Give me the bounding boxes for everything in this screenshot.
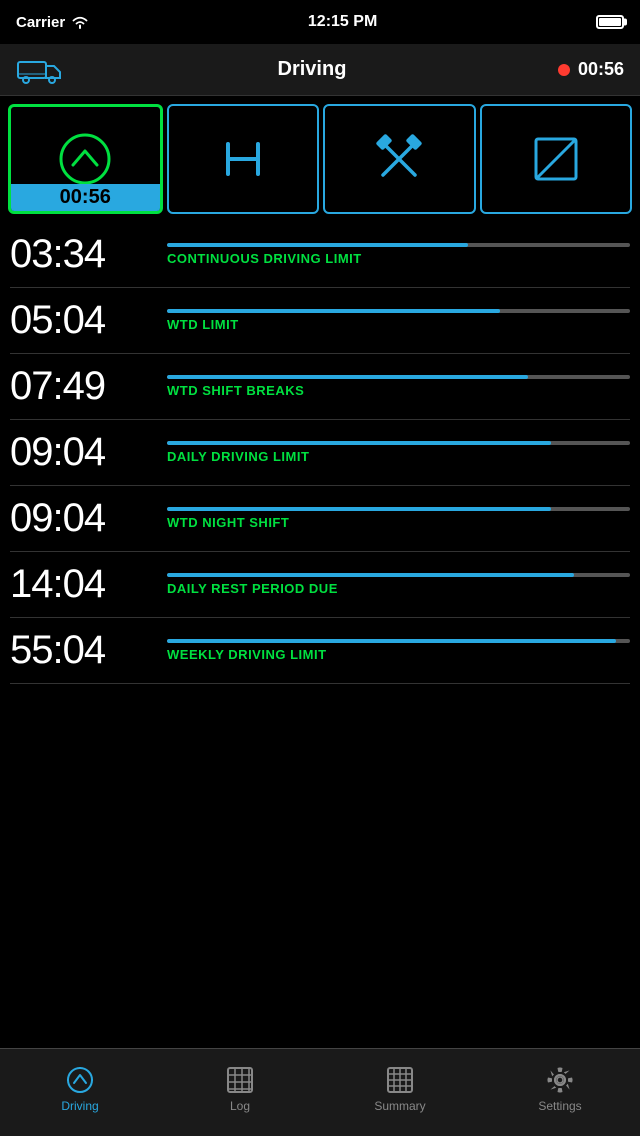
- limit-info: WTD NIGHT SHIFT: [167, 507, 630, 530]
- limit-info: WEEKLY DRIVING LIMIT: [167, 639, 630, 662]
- limit-bar-track: [167, 639, 630, 643]
- limit-time: 09:04: [10, 496, 155, 541]
- status-left: Carrier: [16, 14, 89, 31]
- tab-available[interactable]: [480, 104, 633, 214]
- limit-bar-fill: [167, 309, 500, 313]
- limit-bar-fill: [167, 243, 468, 247]
- nav-log[interactable]: Log: [160, 1065, 320, 1121]
- nav-driving-label: Driving: [61, 1099, 98, 1113]
- nav-log-icon: [225, 1065, 255, 1095]
- limit-row: 05:04 WTD LIMIT: [10, 288, 630, 354]
- limit-row: 09:04 WTD NIGHT SHIFT: [10, 486, 630, 552]
- limit-info: DAILY REST PERIOD DUE: [167, 573, 630, 596]
- nav-settings-label: Settings: [538, 1099, 581, 1113]
- status-time: 12:15 PM: [308, 13, 377, 31]
- wifi-icon: [71, 15, 89, 29]
- limit-bar-track: [167, 573, 630, 577]
- limit-label: DAILY DRIVING LIMIT: [167, 449, 630, 464]
- mode-tabs: 00:56: [0, 96, 640, 222]
- tab-driving-time: 00:56: [11, 184, 160, 211]
- nav-log-label: Log: [230, 1099, 250, 1113]
- nav-settings-icon: [545, 1065, 575, 1095]
- limit-label: WEEKLY DRIVING LIMIT: [167, 647, 630, 662]
- limit-label: DAILY REST PERIOD DUE: [167, 581, 630, 596]
- limit-row: 09:04 DAILY DRIVING LIMIT: [10, 420, 630, 486]
- limit-bar-fill: [167, 441, 551, 445]
- limit-time: 05:04: [10, 298, 155, 343]
- truck-icon: [16, 54, 66, 86]
- tab-driving[interactable]: 00:56: [8, 104, 163, 214]
- limit-row: 03:34 CONTINUOUS DRIVING LIMIT: [10, 222, 630, 288]
- limit-time: 07:49: [10, 364, 155, 409]
- header-time: 00:56: [578, 59, 624, 80]
- limit-row: 07:49 WTD SHIFT BREAKS: [10, 354, 630, 420]
- limit-bar-track: [167, 309, 630, 313]
- limit-bar-fill: [167, 375, 528, 379]
- limit-bar-track: [167, 507, 630, 511]
- nav-summary-icon: [385, 1065, 415, 1095]
- record-indicator: [558, 64, 570, 76]
- limit-time: 14:04: [10, 562, 155, 607]
- limits-container: 03:34 CONTINUOUS DRIVING LIMIT 05:04 WTD LI…: [0, 222, 640, 684]
- header: Driving 00:56: [0, 44, 640, 96]
- driving-icon: [55, 129, 115, 189]
- limit-time: 09:04: [10, 430, 155, 475]
- nav-driving-icon: [65, 1065, 95, 1095]
- tab-rest[interactable]: [167, 104, 320, 214]
- limit-info: WTD LIMIT: [167, 309, 630, 332]
- nav-driving[interactable]: Driving: [0, 1065, 160, 1121]
- limit-label: CONTINUOUS DRIVING LIMIT: [167, 251, 630, 266]
- limit-bar-fill: [167, 639, 616, 643]
- limit-bar-track: [167, 375, 630, 379]
- nav-summary[interactable]: Summary: [320, 1065, 480, 1121]
- status-bar: Carrier 12:15 PM: [0, 0, 640, 44]
- rest-icon: [213, 129, 273, 189]
- limit-label: WTD SHIFT BREAKS: [167, 383, 630, 398]
- nav-summary-label: Summary: [374, 1099, 425, 1113]
- limit-info: CONTINUOUS DRIVING LIMIT: [167, 243, 630, 266]
- limit-time: 55:04: [10, 628, 155, 673]
- nav-settings[interactable]: Settings: [480, 1065, 640, 1121]
- status-right: [596, 15, 624, 29]
- limit-row: 14:04 DAILY REST PERIOD DUE: [10, 552, 630, 618]
- bottom-nav: Driving Log Summary: [0, 1048, 640, 1136]
- limit-bar-fill: [167, 573, 574, 577]
- limit-label: WTD NIGHT SHIFT: [167, 515, 630, 530]
- limit-bar-track: [167, 441, 630, 445]
- carrier-label: Carrier: [16, 14, 65, 31]
- available-icon: [526, 129, 586, 189]
- header-title: Driving: [278, 58, 347, 81]
- work-icon: [369, 129, 429, 189]
- limit-row: 55:04 WEEKLY DRIVING LIMIT: [10, 618, 630, 684]
- limit-label: WTD LIMIT: [167, 317, 630, 332]
- limit-bar-fill: [167, 507, 551, 511]
- battery-icon: [596, 15, 624, 29]
- limit-info: DAILY DRIVING LIMIT: [167, 441, 630, 464]
- header-timer: 00:56: [558, 59, 624, 80]
- limit-time: 03:34: [10, 232, 155, 277]
- limit-info: WTD SHIFT BREAKS: [167, 375, 630, 398]
- tab-work[interactable]: [323, 104, 476, 214]
- limit-bar-track: [167, 243, 630, 247]
